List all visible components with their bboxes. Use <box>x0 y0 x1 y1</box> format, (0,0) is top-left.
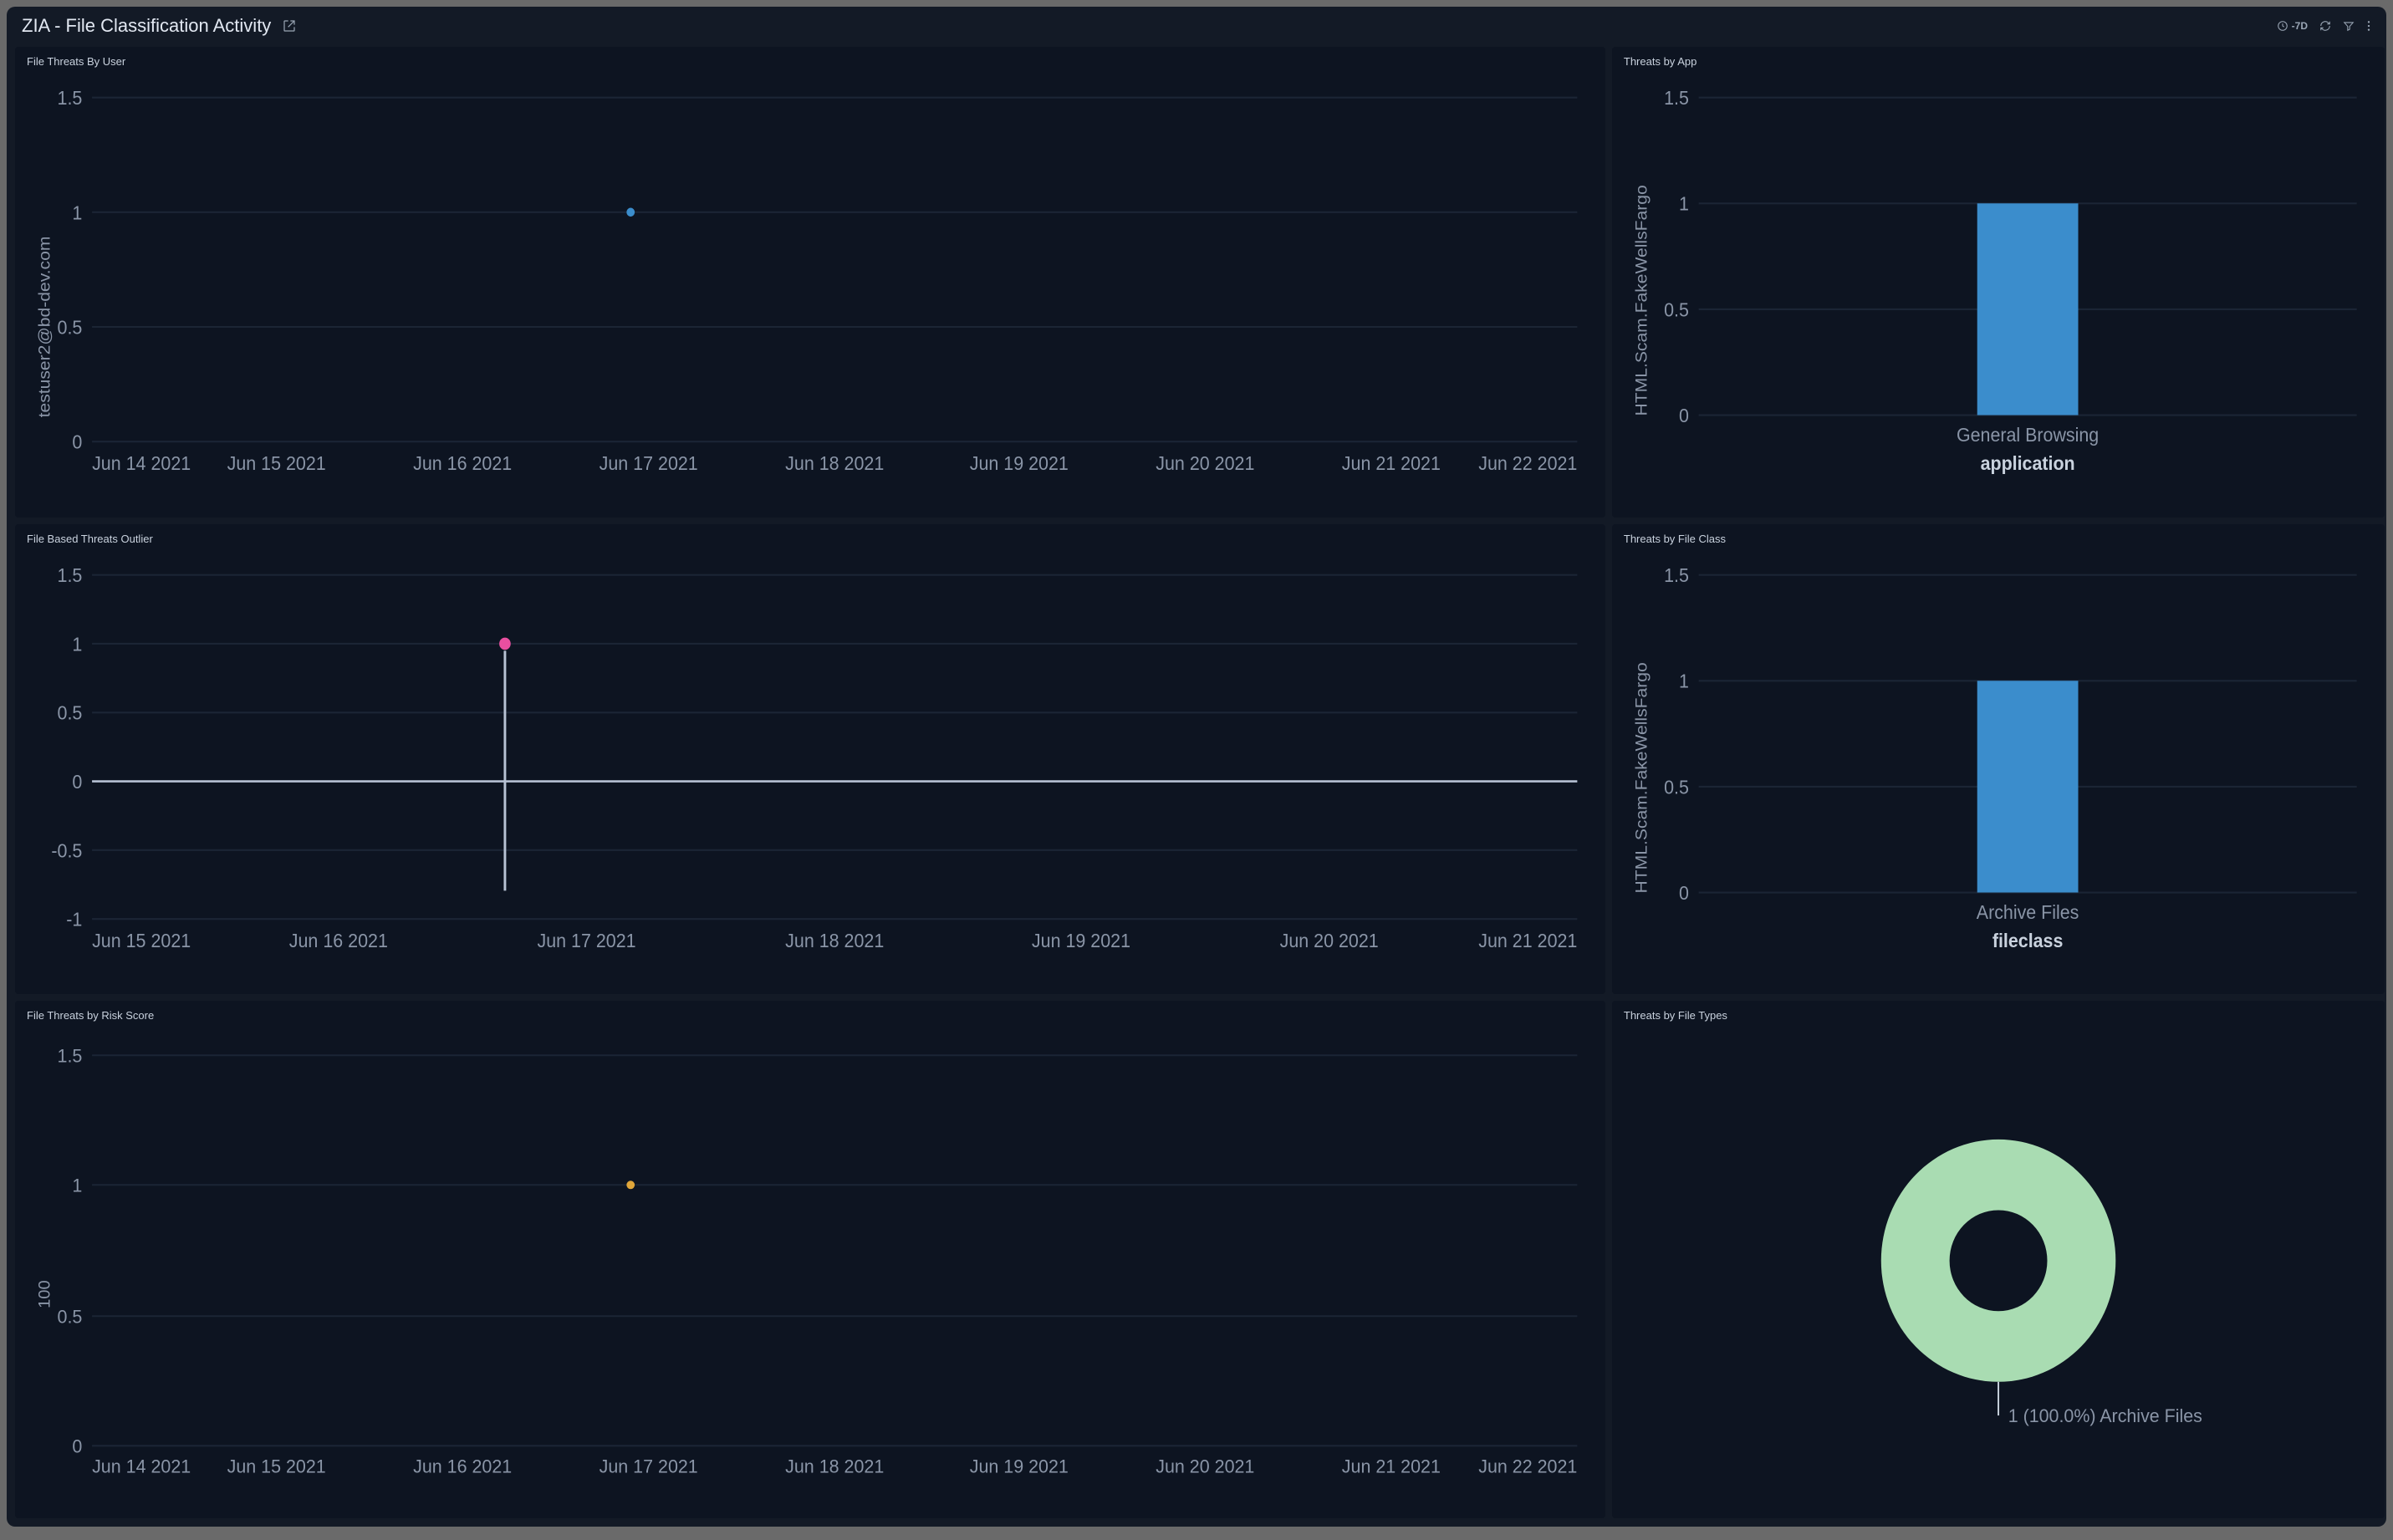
svg-text:HTML.Scam.FakeWellsFargo: HTML.Scam.FakeWellsFargo <box>1633 662 1651 893</box>
chart-threats-by-app[interactable]: 0 0.5 1 1.5 HTML.Scam.FakeWellsFargo Gen… <box>1624 71 2373 512</box>
time-range-value: -7D <box>2292 20 2308 32</box>
time-range-picker[interactable]: -7D <box>2277 20 2308 32</box>
svg-text:0.5: 0.5 <box>1664 776 1689 798</box>
panel-threats-by-file-types: Threats by File Types 1 (100.0%) Archive… <box>1612 1001 2385 1518</box>
svg-text:Jun 19 2021: Jun 19 2021 <box>970 1456 1069 1476</box>
refresh-icon[interactable] <box>2319 20 2331 32</box>
top-bar-right: -7D <box>2277 20 2371 32</box>
svg-text:fileclass: fileclass <box>1992 930 2064 951</box>
panel-title: Threats by App <box>1624 55 2373 68</box>
page-title: ZIA - File Classification Activity <box>22 15 271 37</box>
app-window: ZIA - File Classification Activity -7D <box>7 7 2386 1527</box>
svg-text:Jun 15 2021: Jun 15 2021 <box>227 452 326 474</box>
svg-text:1: 1 <box>72 202 82 224</box>
svg-text:Jun 15 2021: Jun 15 2021 <box>227 1456 326 1476</box>
more-icon[interactable] <box>2366 20 2371 32</box>
chart-file-threats-by-risk-score[interactable]: 0 0.5 1 1.5 100 Jun 14 2021 Jun 15 2021 … <box>27 1025 1594 1513</box>
svg-text:1.5: 1.5 <box>58 564 83 586</box>
svg-text:Jun 21 2021: Jun 21 2021 <box>1478 930 1577 951</box>
svg-text:1.5: 1.5 <box>58 87 83 109</box>
svg-text:1: 1 <box>1679 671 1689 692</box>
svg-text:Jun 14 2021: Jun 14 2021 <box>92 1456 191 1476</box>
panel-file-based-threats-outlier: File Based Threats Outlier -1 -0.5 0 0.5… <box>15 524 1605 995</box>
chart-threats-by-file-class[interactable]: 0 0.5 1 1.5 HTML.Scam.FakeWellsFargo Arc… <box>1624 548 2373 990</box>
svg-text:Jun 17 2021: Jun 17 2021 <box>537 930 635 951</box>
svg-text:1: 1 <box>72 633 82 655</box>
svg-text:0: 0 <box>72 1435 82 1456</box>
svg-text:Jun 21 2021: Jun 21 2021 <box>1342 452 1441 474</box>
svg-text:1.5: 1.5 <box>58 1045 83 1066</box>
chart-file-threats-by-user[interactable]: 0 0.5 1 1.5 testuser2@bd-dev.com Jun 14 … <box>27 71 1594 512</box>
panel-title: File Threats by Risk Score <box>27 1009 1594 1022</box>
svg-text:0: 0 <box>1679 882 1689 904</box>
filter-icon[interactable] <box>2343 20 2355 32</box>
svg-text:0: 0 <box>72 431 82 453</box>
panel-file-threats-by-risk-score: File Threats by Risk Score 0 0.5 1 1.5 1… <box>15 1001 1605 1518</box>
svg-text:-0.5: -0.5 <box>51 839 82 861</box>
svg-text:1: 1 <box>1679 193 1689 215</box>
svg-text:Jun 17 2021: Jun 17 2021 <box>600 452 698 474</box>
svg-text:Jun 22 2021: Jun 22 2021 <box>1478 1456 1577 1476</box>
panel-title: Threats by File Class <box>1624 533 2373 545</box>
svg-text:Jun 18 2021: Jun 18 2021 <box>785 930 884 951</box>
top-bar: ZIA - File Classification Activity -7D <box>7 7 2386 40</box>
svg-text:Jun 16 2021: Jun 16 2021 <box>413 452 512 474</box>
svg-text:1.5: 1.5 <box>1664 87 1689 109</box>
dashboard-grid: File Threats By User 0 0.5 1 1.5 testuse… <box>7 40 2386 1527</box>
svg-text:General Browsing: General Browsing <box>1957 424 2099 446</box>
svg-text:Jun 16 2021: Jun 16 2021 <box>289 930 388 951</box>
svg-text:Jun 18 2021: Jun 18 2021 <box>785 1456 884 1476</box>
svg-text:Jun 16 2021: Jun 16 2021 <box>413 1456 512 1476</box>
panel-title: File Based Threats Outlier <box>27 533 1594 545</box>
svg-text:Jun 14 2021: Jun 14 2021 <box>92 452 191 474</box>
svg-text:Jun 20 2021: Jun 20 2021 <box>1156 1456 1254 1476</box>
share-icon[interactable] <box>283 19 296 33</box>
panel-title: File Threats By User <box>27 55 1594 68</box>
panel-threats-by-app: Threats by App 0 0.5 1 1.5 HTML.Scam.Fak… <box>1612 47 2385 518</box>
svg-text:Jun 19 2021: Jun 19 2021 <box>970 452 1069 474</box>
svg-text:Jun 20 2021: Jun 20 2021 <box>1156 452 1254 474</box>
svg-text:1 (100.0%) Archive Files: 1 (100.0%) Archive Files <box>2008 1405 2202 1426</box>
svg-text:100: 100 <box>36 1280 54 1308</box>
svg-text:0: 0 <box>72 771 82 793</box>
svg-text:HTML.Scam.FakeWellsFargo: HTML.Scam.FakeWellsFargo <box>1633 185 1651 416</box>
svg-text:1.5: 1.5 <box>1664 564 1689 586</box>
svg-text:Jun 21 2021: Jun 21 2021 <box>1342 1456 1441 1476</box>
svg-text:0.5: 0.5 <box>58 1306 83 1327</box>
svg-text:Jun 15 2021: Jun 15 2021 <box>92 930 191 951</box>
panel-threats-by-file-class: Threats by File Class 0 0.5 1 1.5 HTML.S… <box>1612 524 2385 995</box>
svg-text:Jun 22 2021: Jun 22 2021 <box>1478 452 1577 474</box>
svg-text:Jun 20 2021: Jun 20 2021 <box>1280 930 1379 951</box>
svg-text:Jun 19 2021: Jun 19 2021 <box>1032 930 1130 951</box>
svg-text:Jun 17 2021: Jun 17 2021 <box>600 1456 698 1476</box>
svg-text:Jun 18 2021: Jun 18 2021 <box>785 452 884 474</box>
svg-text:application: application <box>1980 452 2074 474</box>
svg-text:1: 1 <box>72 1175 82 1196</box>
panel-title: Threats by File Types <box>1624 1009 2373 1022</box>
chart-file-based-threats-outlier[interactable]: -1 -0.5 0 0.5 1 1.5 Jun 15 2021 Jun 16 2… <box>27 548 1594 990</box>
svg-text:Archive Files: Archive Files <box>1977 901 2079 923</box>
svg-text:0.5: 0.5 <box>58 702 83 724</box>
svg-text:testuser2@bd-dev.com: testuser2@bd-dev.com <box>36 237 54 418</box>
svg-text:0.5: 0.5 <box>58 317 83 339</box>
clock-icon <box>2277 20 2288 32</box>
svg-text:-1: -1 <box>66 908 82 930</box>
panel-file-threats-by-user: File Threats By User 0 0.5 1 1.5 testuse… <box>15 47 1605 518</box>
svg-text:0.5: 0.5 <box>1664 299 1689 321</box>
chart-threats-by-file-types[interactable]: 1 (100.0%) Archive Files <box>1624 1025 2373 1513</box>
svg-text:0: 0 <box>1679 405 1689 426</box>
